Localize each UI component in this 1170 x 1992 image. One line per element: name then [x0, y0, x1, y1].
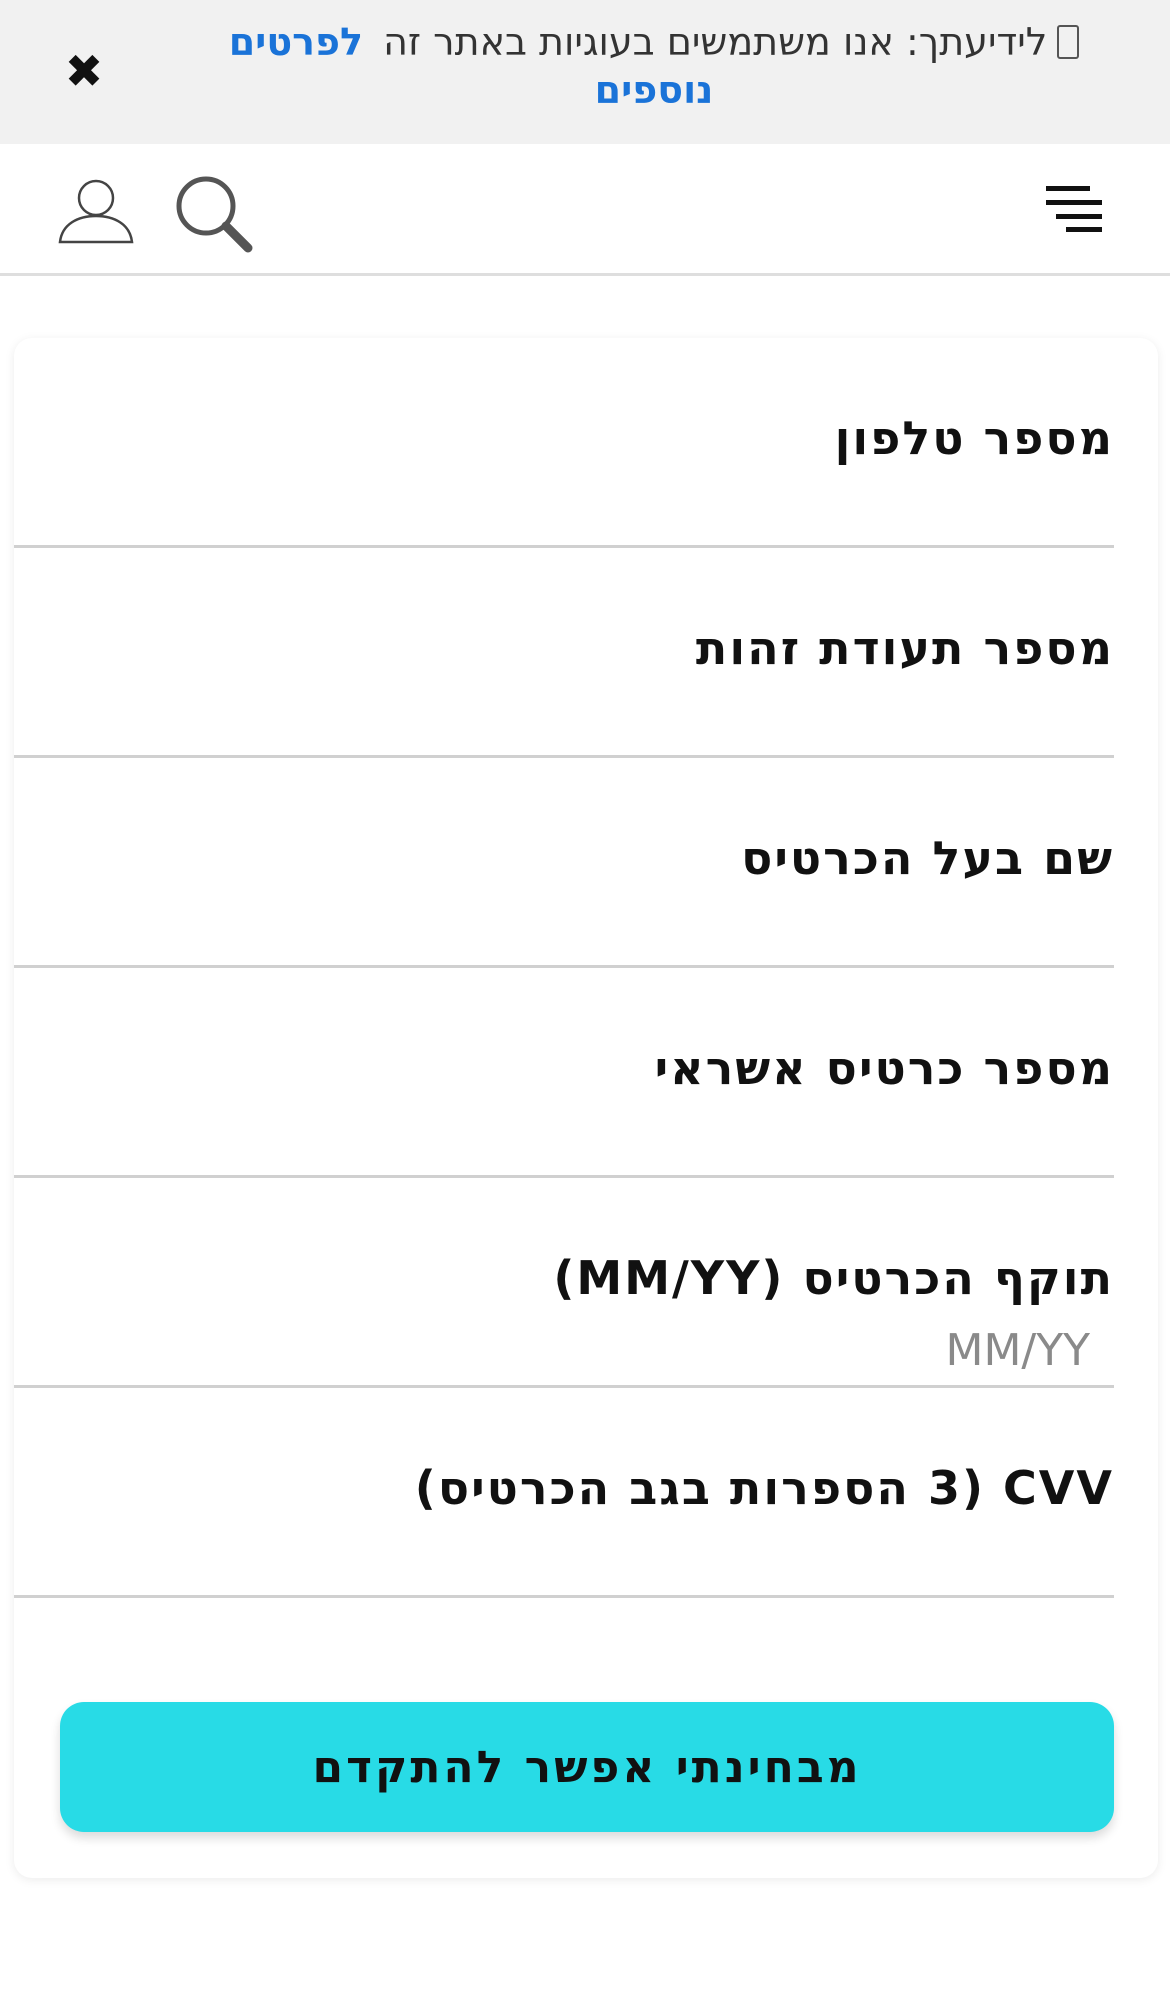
expiry-label: תוקף הכרטיס (MM/YY)	[553, 1251, 1114, 1305]
menu-icon[interactable]	[1044, 184, 1102, 234]
card-number-label: מספר כרטיס אשראי	[654, 1041, 1114, 1095]
cardholder-name-label: שם בעל הכרטיס	[741, 831, 1114, 885]
cookie-notice-text: לידיעתך: אנו משתמשים בעוגיות באתר זה	[383, 20, 1048, 64]
continue-button[interactable]: מבחינתי אפשר להתקדם	[60, 1702, 1114, 1832]
cookie-icon	[1057, 25, 1080, 59]
user-icon[interactable]	[58, 178, 134, 244]
phone-label: מספר טלפון	[834, 411, 1114, 465]
payment-form-card: מספר טלפון מספר תעודת זהות שם בעל הכרטיס…	[14, 338, 1158, 1878]
phone-input[interactable]	[14, 478, 1092, 542]
id-number-label: מספר תעודת זהות	[695, 621, 1114, 675]
site-header	[0, 144, 1170, 276]
card-number-field: מספר כרטיס אשראי	[14, 968, 1114, 1178]
id-number-field: מספר תעודת זהות	[14, 548, 1114, 758]
cvv-field: CVV (3 הספרות בגב הכרטיס)	[14, 1388, 1114, 1598]
cvv-input[interactable]	[14, 1528, 1092, 1592]
expiry-input[interactable]	[14, 1318, 1092, 1382]
cookie-notice: לידיעתך: אנו משתמשים בעוגיות באתר זה לפר…	[180, 18, 1128, 114]
expiry-field: תוקף הכרטיס (MM/YY)	[14, 1178, 1114, 1388]
cardholder-name-input[interactable]	[14, 898, 1092, 962]
cookie-banner: לידיעתך: אנו משתמשים בעוגיות באתר זה לפר…	[0, 0, 1170, 144]
card-number-input[interactable]	[14, 1108, 1092, 1172]
search-icon[interactable]	[174, 174, 254, 254]
phone-field: מספר טלפון	[14, 338, 1114, 548]
cardholder-name-field: שם בעל הכרטיס	[14, 758, 1114, 968]
cvv-label: CVV (3 הספרות בגב הכרטיס)	[414, 1461, 1114, 1515]
id-number-input[interactable]	[14, 688, 1092, 752]
close-icon[interactable]: ✖	[62, 46, 106, 96]
